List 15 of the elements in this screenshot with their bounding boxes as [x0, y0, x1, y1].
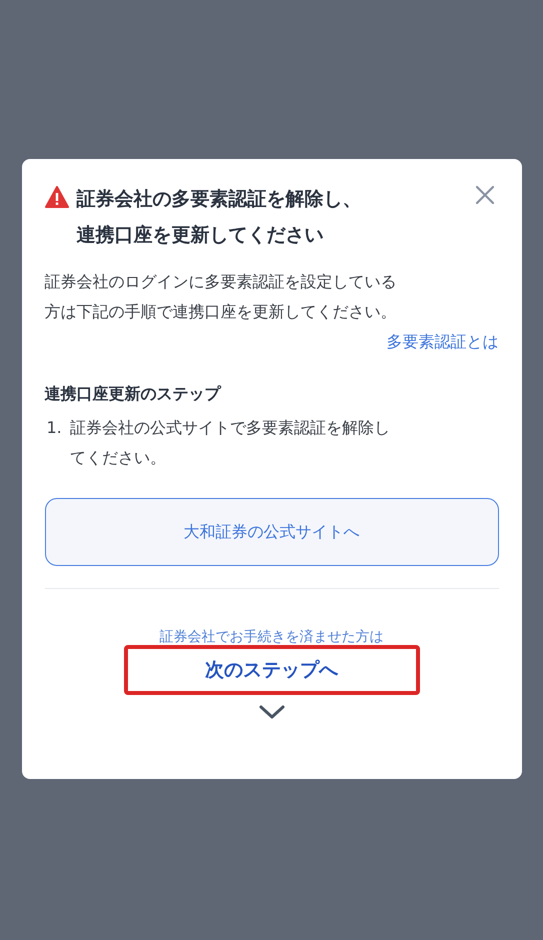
warning-icon: [44, 186, 68, 208]
step-number: 1.: [46, 417, 62, 439]
dialog-title: 連携口座を更新してください: [76, 223, 324, 248]
step-text: 証券会社の公式サイトで多要素認証を解除し: [70, 417, 390, 439]
chevron-down-icon: [258, 705, 284, 719]
official-site-button[interactable]: 大和証券の公式サイトへ: [44, 498, 498, 566]
dialog-title: 証券会社の多要素認証を解除し、: [76, 187, 362, 212]
section-heading: 連携口座更新のステップ: [44, 383, 222, 405]
description-text: 証券会社のログインに多要素認証を設定している: [44, 271, 398, 293]
close-icon: [474, 185, 494, 205]
help-link[interactable]: 多要素認証とは: [386, 327, 498, 357]
next-step-link[interactable]: 次のステップへ: [205, 656, 338, 684]
next-hint-text: 証券会社でお手続きを済ませた方は: [160, 628, 384, 647]
description-text: 方は下記の手順で連携口座を更新してください。: [44, 301, 398, 323]
step-text: てください。: [70, 447, 167, 469]
